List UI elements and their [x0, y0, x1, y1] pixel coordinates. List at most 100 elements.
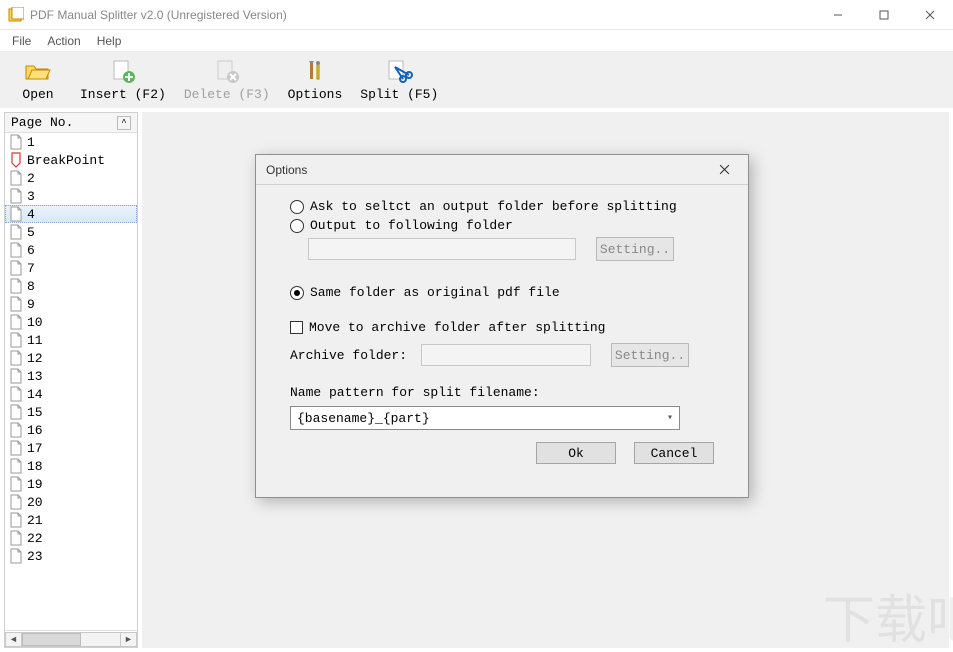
pattern-combobox[interactable]: {basename}_{part} ▾ — [290, 406, 680, 430]
list-item-page[interactable]: 11 — [5, 331, 137, 349]
checkbox-move[interactable] — [290, 321, 303, 334]
list-item-label: BreakPoint — [27, 153, 105, 168]
list-item-breakpoint[interactable]: BreakPoint — [5, 151, 137, 169]
list-item-label: 11 — [27, 333, 43, 348]
list-item-label: 13 — [27, 369, 43, 384]
list-item-label: 12 — [27, 351, 43, 366]
output-setting-button[interactable]: Setting.. — [596, 237, 674, 261]
list-item-page[interactable]: 9 — [5, 295, 137, 313]
list-item-page[interactable]: 18 — [5, 457, 137, 475]
open-button[interactable]: Open — [8, 55, 68, 104]
options-button[interactable]: Options — [282, 55, 349, 104]
hscrollbar[interactable]: ◄ ► — [5, 630, 137, 647]
list-item-label: 5 — [27, 225, 35, 240]
list-item-page[interactable]: 2 — [5, 169, 137, 187]
delete-button[interactable]: Delete (F3) — [178, 55, 276, 104]
list-item-page[interactable]: 15 — [5, 403, 137, 421]
chevron-down-icon: ▾ — [667, 412, 673, 424]
list-item-label: 19 — [27, 477, 43, 492]
list-item-page[interactable]: 8 — [5, 277, 137, 295]
list-item-page[interactable]: 1 — [5, 133, 137, 151]
list-item-page[interactable]: 22 — [5, 529, 137, 547]
list-item-page[interactable]: 12 — [5, 349, 137, 367]
menu-action[interactable]: Action — [39, 32, 88, 50]
insert-button[interactable]: Insert (F2) — [74, 55, 172, 104]
archive-label: Archive folder: — [290, 348, 407, 363]
radio-same-label: Same folder as original pdf file — [310, 285, 560, 300]
list-item-label: 21 — [27, 513, 43, 528]
scroll-track[interactable] — [22, 632, 120, 647]
list-item-label: 15 — [27, 405, 43, 420]
split-label: Split (F5) — [360, 87, 438, 102]
list-item-page[interactable]: 13 — [5, 367, 137, 385]
titlebar: PDF Manual Splitter v2.0 (Unregistered V… — [0, 0, 953, 30]
list-item-label: 23 — [27, 549, 43, 564]
list-item-label: 3 — [27, 189, 35, 204]
minimize-button[interactable] — [815, 0, 861, 30]
list-item-label: 14 — [27, 387, 43, 402]
menu-file[interactable]: File — [4, 32, 39, 50]
list-item-page[interactable]: 17 — [5, 439, 137, 457]
list-item-label: 16 — [27, 423, 43, 438]
radio-same[interactable] — [290, 286, 304, 300]
list-item-label: 7 — [27, 261, 35, 276]
insert-label: Insert (F2) — [80, 87, 166, 102]
tools-icon — [301, 57, 329, 85]
list-item-page[interactable]: 5 — [5, 223, 137, 241]
dialog-titlebar[interactable]: Options — [256, 155, 748, 185]
delete-icon — [213, 57, 241, 85]
scroll-left-button[interactable]: ◄ — [5, 632, 22, 647]
list-item-page[interactable]: 20 — [5, 493, 137, 511]
list-item-page[interactable]: 21 — [5, 511, 137, 529]
output-folder-field[interactable] — [308, 238, 576, 260]
page-list-panel: Page No. ^ 1BreakPoint234567891011121314… — [4, 112, 138, 648]
options-label: Options — [288, 87, 343, 102]
list-item-label: 9 — [27, 297, 35, 312]
list-item-page[interactable]: 23 — [5, 547, 137, 565]
radio-output[interactable] — [290, 219, 304, 233]
radio-ask-label: Ask to seltct an output folder before sp… — [310, 199, 677, 214]
list-item-label: 17 — [27, 441, 43, 456]
list-item-page[interactable]: 3 — [5, 187, 137, 205]
list-item-page[interactable]: 7 — [5, 259, 137, 277]
menu-help[interactable]: Help — [89, 32, 130, 50]
scroll-thumb[interactable] — [22, 633, 81, 646]
list-item-label: 18 — [27, 459, 43, 474]
radio-output-label: Output to following folder — [310, 218, 513, 233]
list-item-label: 10 — [27, 315, 43, 330]
archive-setting-button[interactable]: Setting.. — [611, 343, 689, 367]
list-item-label: 20 — [27, 495, 43, 510]
page-list[interactable]: 1BreakPoint23456789101112131415161718192… — [5, 133, 137, 630]
folder-open-icon — [24, 57, 52, 85]
list-item-page[interactable]: 19 — [5, 475, 137, 493]
cancel-button[interactable]: Cancel — [634, 442, 714, 464]
pattern-label: Name pattern for split filename: — [290, 385, 720, 400]
list-item-label: 4 — [27, 207, 35, 222]
dialog-close-button[interactable] — [710, 159, 738, 181]
toolbar: Open Insert (F2) Delete (F3) Options Spl… — [0, 52, 953, 108]
maximize-button[interactable] — [861, 0, 907, 30]
list-item-page[interactable]: 4 — [5, 205, 137, 223]
list-item-label: 1 — [27, 135, 35, 150]
split-button[interactable]: Split (F5) — [354, 55, 444, 104]
pattern-value: {basename}_{part} — [297, 411, 430, 426]
list-item-page[interactable]: 6 — [5, 241, 137, 259]
header-collapse-button[interactable]: ^ — [117, 116, 131, 130]
list-item-label: 6 — [27, 243, 35, 258]
scissors-icon — [385, 57, 413, 85]
page-list-header-label: Page No. — [11, 115, 73, 130]
ok-button[interactable]: Ok — [536, 442, 616, 464]
options-dialog: Options Ask to seltct an output folder b… — [255, 154, 749, 498]
page-list-header[interactable]: Page No. ^ — [5, 113, 137, 133]
window-title: PDF Manual Splitter v2.0 (Unregistered V… — [30, 8, 287, 22]
archive-folder-field[interactable] — [421, 344, 591, 366]
checkbox-move-label: Move to archive folder after splitting — [309, 320, 605, 335]
list-item-page[interactable]: 10 — [5, 313, 137, 331]
close-button[interactable] — [907, 0, 953, 30]
list-item-page[interactable]: 14 — [5, 385, 137, 403]
list-item-label: 2 — [27, 171, 35, 186]
scroll-right-button[interactable]: ► — [120, 632, 137, 647]
radio-ask[interactable] — [290, 200, 304, 214]
list-item-page[interactable]: 16 — [5, 421, 137, 439]
insert-icon — [109, 57, 137, 85]
